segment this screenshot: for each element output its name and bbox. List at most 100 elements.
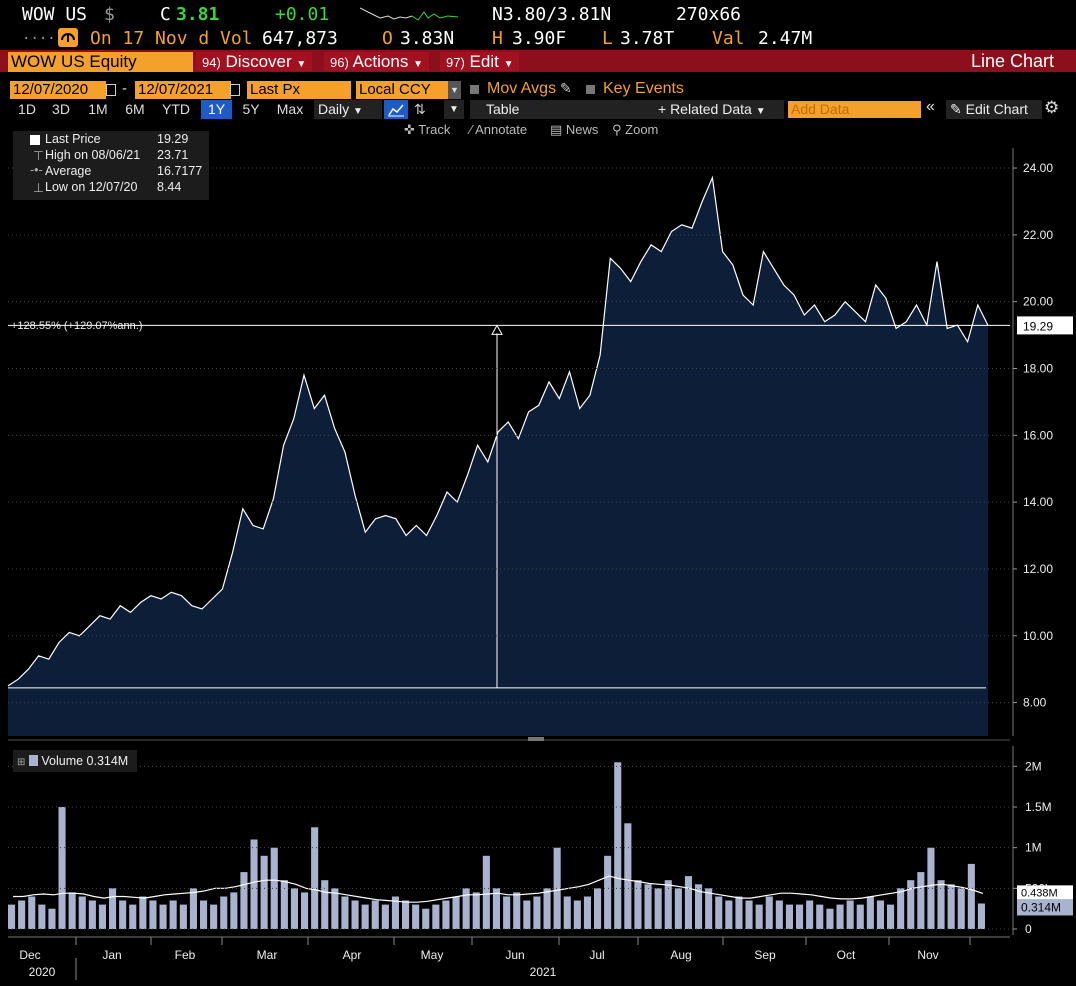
x-tick-label: Jan: [102, 948, 121, 962]
price-tick-label: 12.00: [1023, 562, 1053, 576]
x-tick-label: Jul: [589, 948, 604, 962]
volume-tick-label: 0: [1025, 922, 1032, 936]
legend-value-high: 23.71: [157, 148, 189, 162]
volume-bar: [614, 762, 622, 929]
volume-bar: [200, 900, 208, 929]
volume-bar: [189, 888, 197, 929]
volume-bar: [573, 900, 581, 929]
volume-bar: [371, 900, 379, 929]
volume-bar: [169, 900, 177, 929]
legend-label-high: High on 08/06/21: [45, 148, 141, 162]
volume-bar: [604, 855, 612, 929]
x-year-label: 2020: [29, 965, 56, 979]
volume-bar: [341, 896, 349, 929]
volume-bar: [816, 904, 824, 929]
x-tick-label: May: [421, 948, 444, 962]
volume-bar: [664, 880, 672, 929]
volume-bar: [109, 888, 117, 929]
volume-bar: [402, 900, 410, 929]
legend-low-icon: ⊥: [33, 181, 44, 195]
legend-value-average: 16.7177: [157, 164, 203, 178]
volume-bar: [967, 863, 975, 929]
volume-bar: [796, 904, 804, 929]
volume-bar: [8, 904, 16, 929]
volume-tick-label: 1M: [1025, 841, 1042, 855]
volume-bar: [634, 880, 642, 929]
volume-bar: [715, 896, 723, 929]
x-tick-label: Dec: [19, 948, 40, 962]
volume-bar: [452, 896, 460, 929]
volume-bar: [775, 900, 783, 929]
volume-bar: [240, 872, 248, 929]
volume-bar: [856, 904, 864, 929]
volume-bar: [432, 904, 440, 929]
volume-bar: [947, 884, 955, 929]
volume-tick-label: 1.5M: [1025, 800, 1052, 814]
volume-bar: [412, 904, 420, 929]
volume-bar: [583, 896, 591, 929]
volume-bar: [866, 896, 874, 929]
volume-bar: [674, 888, 682, 929]
volume-bar: [644, 884, 652, 929]
x-tick-label: Aug: [670, 948, 691, 962]
volume-bar: [624, 823, 632, 929]
x-tick-label: Nov: [917, 948, 938, 962]
volume-bar: [139, 896, 147, 929]
volume-bar: [230, 892, 238, 929]
volume-bar: [543, 888, 551, 929]
volume-bar: [735, 896, 743, 929]
volume-bar: [422, 908, 430, 929]
volume-bar: [594, 888, 602, 929]
price-area: [8, 177, 988, 736]
volume-bar: [957, 888, 965, 929]
volume-bar: [38, 904, 46, 929]
volume-bar: [28, 896, 36, 929]
volume-bar: [705, 888, 713, 929]
volume-bar: [755, 904, 763, 929]
volume-bar: [887, 904, 895, 929]
volume-bar: [503, 896, 511, 929]
volume-bar: [88, 900, 96, 929]
volume-bar: [301, 892, 309, 929]
volume-bar: [119, 900, 127, 929]
volume-bar: [68, 892, 76, 929]
legend-label-low: Low on 12/07/20: [45, 180, 138, 194]
volume-bar: [159, 904, 167, 929]
last-price-badge-label: 19.29: [1023, 319, 1053, 333]
price-tick-label: 18.00: [1023, 362, 1053, 376]
volume-bar: [977, 903, 985, 929]
price-tick-label: 24.00: [1023, 161, 1053, 175]
volume-ma-badge-label: 0.438M: [1021, 887, 1058, 899]
legend-high-icon: ⊤: [33, 149, 44, 163]
legend-label-last: Last Price: [45, 132, 101, 146]
volume-bar: [250, 839, 258, 929]
volume-bar: [684, 876, 692, 929]
volume-swatch: [28, 755, 38, 766]
volume-bar: [220, 896, 228, 929]
volume-bar: [98, 904, 106, 929]
x-tick-label: Jun: [505, 948, 524, 962]
x-tick-label: Apr: [343, 948, 362, 962]
volume-bar: [210, 904, 218, 929]
volume-bar: [260, 855, 268, 929]
volume-bar: [553, 847, 561, 929]
volume-bar: [472, 892, 480, 929]
legend-value-last: 19.29: [157, 132, 189, 146]
volume-bar: [563, 896, 571, 929]
volume-bar: [321, 880, 329, 929]
price-legend: Last Price 19.29 ⊤ High on 08/06/21 23.7…: [13, 131, 209, 200]
return-annotation: +128.55% (+129.07%ann.): [11, 320, 143, 332]
volume-bar: [907, 880, 915, 929]
volume-bar: [725, 900, 733, 929]
volume-bar: [290, 888, 298, 929]
volume-bar: [492, 888, 500, 929]
volume-bar: [785, 904, 793, 929]
expand-icon[interactable]: ⊞: [17, 757, 25, 768]
volume-tick-label: 2M: [1025, 759, 1042, 773]
legend-average-icon: -•-: [30, 163, 43, 177]
volume-bar: [806, 900, 814, 929]
x-tick-label: Oct: [837, 948, 856, 962]
volume-bar: [482, 855, 490, 929]
volume-bar: [58, 807, 66, 929]
volume-bar: [381, 904, 389, 929]
